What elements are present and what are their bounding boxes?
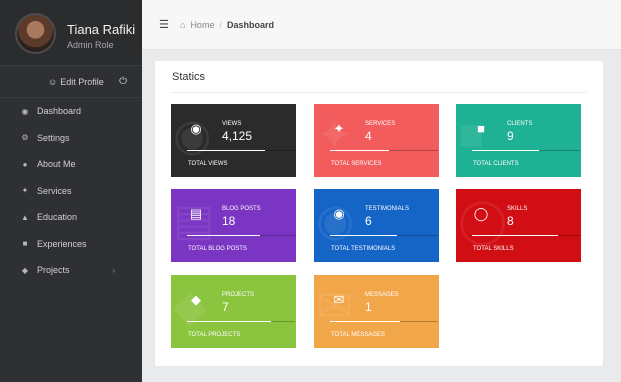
card-progress-fill	[187, 150, 265, 151]
chevron-right-icon: ›	[112, 265, 115, 275]
sidebar-item-label: Settings	[37, 132, 70, 143]
sidebar-item-label: Education	[37, 212, 78, 223]
sidebar-nav: ◉ Dashboard ⚙ Settings ● About Me ✦ Serv…	[0, 98, 142, 284]
card-total-label: TOTAL BLOG POSTS	[188, 246, 247, 252]
briefcase-icon: ■	[477, 121, 485, 136]
card-value: 4	[365, 129, 372, 143]
card-services[interactable]: ✦ ✦ SERVICES 4 TOTAL SERVICES	[314, 104, 439, 177]
lightbulb-icon: ◯	[473, 206, 489, 221]
user-icon: ●	[22, 159, 28, 169]
card-progress-track	[330, 235, 438, 236]
card-blog-posts[interactable]: ▤ ▤ BLOG POSTS 18 TOTAL BLOG POSTS	[171, 189, 296, 262]
envelope-icon: ✉	[333, 292, 345, 307]
card-label: BLOG POSTS	[222, 206, 261, 212]
sidebar-item-experiences[interactable]: ■ Experiences	[0, 231, 142, 258]
profile-actions: ☺ Edit Profile ⏻	[0, 65, 142, 98]
card-progress-fill	[330, 321, 401, 322]
breadcrumb-separator: /	[219, 20, 222, 30]
card-views[interactable]: ◉ ◉ VIEWS 4,125 TOTAL VIEWS	[171, 104, 296, 177]
newspaper-icon: ▤	[189, 206, 203, 221]
card-progress-track	[187, 235, 295, 236]
sidebar-item-services[interactable]: ✦ Services	[0, 178, 142, 205]
card-value: 6	[365, 214, 372, 228]
sidebar-item-label: About Me	[37, 159, 76, 170]
breadcrumb-home-link[interactable]: Home	[190, 20, 214, 30]
card-total-label: TOTAL TESTIMONIALS	[331, 246, 396, 252]
card-total-label: TOTAL VIEWS	[188, 161, 228, 167]
card-total-label: TOTAL CLIENTS	[473, 161, 519, 167]
card-value: 9	[507, 129, 514, 143]
topbar: ☰ ⌂ Home / Dashboard	[142, 0, 621, 50]
card-progress-track	[187, 321, 295, 322]
wand-icon: ✦	[21, 186, 29, 196]
graduation-cap-icon: ▲	[21, 212, 29, 222]
dashboard-icon: ◉	[21, 106, 29, 116]
card-label: MESSAGES	[365, 292, 399, 298]
avatar[interactable]	[15, 13, 56, 54]
power-icon[interactable]: ⏻	[119, 76, 127, 87]
panel-divider	[171, 92, 587, 93]
card-progress-fill	[330, 150, 390, 151]
sidebar-item-education[interactable]: ▲ Education	[0, 204, 142, 231]
card-progress-fill	[472, 235, 559, 236]
sidebar-item-about-me[interactable]: ● About Me	[0, 151, 142, 178]
card-label: SERVICES	[365, 121, 396, 127]
card-progress-track	[472, 235, 580, 236]
card-skills[interactable]: ◯ ◯ SKILLS 8 TOTAL SKILLS	[456, 189, 581, 262]
sidebar-item-projects[interactable]: ◆ Projects ›	[0, 257, 142, 284]
user-icon: ☺	[48, 77, 58, 87]
card-value: 4,125	[222, 129, 253, 143]
card-label: SKILLS	[507, 206, 528, 212]
panel-title: Statics	[172, 71, 206, 83]
card-total-label: TOTAL SERVICES	[331, 161, 382, 167]
card-progress-track	[330, 321, 438, 322]
home-icon: ⌂	[180, 20, 186, 30]
card-value: 18	[222, 214, 236, 228]
profile-name: Tiana Rafiki	[67, 22, 136, 37]
sidebar-item-dashboard[interactable]: ◉ Dashboard	[0, 98, 142, 125]
sidebar: Tiana Rafiki Admin Role ☺ Edit Profile ⏻…	[0, 0, 142, 382]
profile-header: Tiana Rafiki Admin Role	[0, 0, 142, 65]
card-label: VIEWS	[222, 121, 242, 127]
tags-icon: ◆	[191, 292, 201, 307]
sidebar-item-label: Dashboard	[37, 106, 82, 117]
card-total-label: TOTAL MESSAGES	[331, 332, 385, 338]
edit-profile-label: Edit Profile	[60, 77, 104, 87]
briefcase-icon: ■	[22, 239, 28, 249]
edit-profile-link[interactable]: ☺ Edit Profile	[48, 77, 104, 87]
card-clients[interactable]: ■ ■ CLIENTS 9 TOTAL CLIENTS	[456, 104, 581, 177]
card-label: PROJECTS	[222, 292, 255, 298]
card-testimonials[interactable]: ◉ ◉ TESTIMONIALS 6 TOTAL TESTIMONIALS	[314, 189, 439, 262]
card-total-label: TOTAL PROJECTS	[188, 332, 241, 338]
sidebar-item-label: Projects	[37, 265, 70, 276]
wand-icon: ✦	[333, 121, 345, 136]
card-progress-fill	[187, 321, 272, 322]
card-progress-track	[187, 150, 295, 151]
sidebar-item-label: Experiences	[37, 238, 87, 249]
card-value: 7	[222, 300, 229, 314]
tag-icon: ◆	[21, 265, 29, 275]
profile-role: Admin Role	[67, 40, 114, 50]
card-progress-track	[472, 150, 580, 151]
card-progress-fill	[330, 235, 397, 236]
card-total-label: TOTAL SKILLS	[473, 246, 514, 252]
breadcrumb: ⌂ Home / Dashboard	[180, 20, 274, 30]
sidebar-item-label: Services	[37, 185, 72, 196]
card-messages[interactable]: ✉ ✉ MESSAGES 1 TOTAL MESSAGES	[314, 275, 439, 348]
card-label: TESTIMONIALS	[365, 206, 410, 212]
sidebar-item-settings[interactable]: ⚙ Settings	[0, 125, 142, 152]
card-value: 1	[365, 300, 372, 314]
card-projects[interactable]: ◆ ◆ PROJECTS 7 TOTAL PROJECTS	[171, 275, 296, 348]
comments-icon: ◉	[333, 206, 345, 221]
card-progress-fill	[187, 235, 261, 236]
eye-icon: ◉	[190, 121, 202, 136]
breadcrumb-current: Dashboard	[226, 20, 274, 30]
statics-panel: Statics ◉ ◉ VIEWS 4,125 TOTAL VIEWS ✦ ✦ …	[155, 61, 603, 366]
hamburger-menu-icon[interactable]: ☰	[159, 18, 169, 31]
card-progress-fill	[472, 150, 539, 151]
card-progress-track	[330, 150, 438, 151]
gear-icon: ⚙	[21, 133, 29, 143]
card-value: 8	[507, 214, 514, 228]
card-label: CLIENTS	[507, 121, 533, 127]
